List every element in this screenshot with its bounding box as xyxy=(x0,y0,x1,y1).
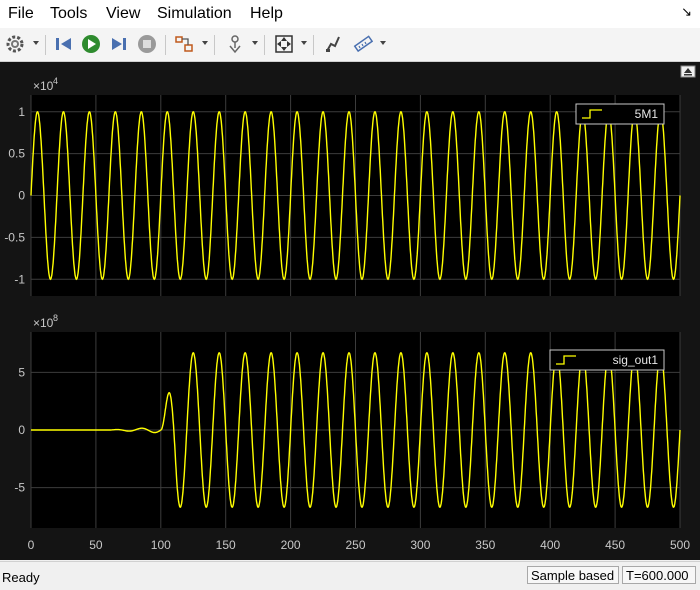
menu-bar: File Tools View Simulation Help ↘ xyxy=(0,0,700,28)
x-tick-label: 300 xyxy=(410,538,430,552)
x-tick-label: 100 xyxy=(151,538,171,552)
x-tick-label: 500 xyxy=(670,538,690,552)
x-tick-label: 450 xyxy=(605,538,625,552)
menu-view[interactable]: View xyxy=(106,5,140,23)
measurements-icon[interactable] xyxy=(352,33,374,55)
y-tick-label: -0.5 xyxy=(4,230,25,244)
y-exponent-power: 8 xyxy=(53,313,58,323)
step-forward-icon[interactable] xyxy=(108,33,130,55)
y-tick-label: 0 xyxy=(18,423,25,437)
settings-dropdown-icon[interactable] xyxy=(33,41,39,45)
settings-gear-icon[interactable] xyxy=(4,33,26,55)
x-tick-label: 350 xyxy=(475,538,495,552)
toolbar-separator xyxy=(313,35,314,55)
scope-plots: -1-0.500.51×10 45M1-505×10 8sig_out10 50 100… xyxy=(4,65,696,552)
scope-display: -1 -0.5 0 0.5 1 ×10 4 5M1 -5 0 5 ×10 8 sig_out1 0 50 100… xyxy=(0,62,700,560)
y-exponent-label: ×10 xyxy=(33,316,54,330)
menu-tools[interactable]: Tools xyxy=(50,5,87,23)
y-exponent-power: 4 xyxy=(53,76,58,86)
run-icon[interactable] xyxy=(80,33,102,55)
measurements-dropdown-icon[interactable] xyxy=(380,41,386,45)
triggers-dropdown-icon[interactable] xyxy=(252,41,258,45)
toolbar-separator xyxy=(45,35,46,55)
legend-1: 5M1 xyxy=(575,103,665,125)
undock-arrow-icon[interactable]: ↘ xyxy=(681,4,692,20)
toolbar-separator xyxy=(214,35,215,55)
status-ready: Ready xyxy=(2,570,40,585)
y-tick-label: 0 xyxy=(18,189,25,203)
step-back-icon[interactable] xyxy=(53,33,75,55)
legend-label: 5M1 xyxy=(635,107,659,121)
x-tick-label: 0 xyxy=(28,538,35,552)
menu-file[interactable]: File xyxy=(8,5,34,23)
y-tick-label: 0.5 xyxy=(8,147,25,161)
status-bar: Ready Sample based T=600.000 xyxy=(0,561,700,590)
y-tick-label: -1 xyxy=(14,272,25,286)
toolbar-separator xyxy=(165,35,166,55)
signal-tracing-icon[interactable] xyxy=(173,33,195,55)
y-tick-label: 5 xyxy=(18,365,25,379)
triggers-icon[interactable] xyxy=(224,33,246,55)
toolbar xyxy=(0,28,700,62)
stop-icon[interactable] xyxy=(136,33,158,55)
y-tick-label: -5 xyxy=(14,481,25,495)
x-tick-label: 200 xyxy=(281,538,301,552)
y-tick-label: 1 xyxy=(18,105,25,119)
zoom-fit-icon[interactable] xyxy=(273,33,295,55)
x-tick-label: 250 xyxy=(345,538,365,552)
x-tick-label: 400 xyxy=(540,538,560,552)
status-sample-based: Sample based xyxy=(527,566,619,584)
style-icon[interactable] xyxy=(322,33,344,55)
x-tick-label: 150 xyxy=(216,538,236,552)
signal-tracing-dropdown-icon[interactable] xyxy=(202,41,208,45)
legend-2: sig_out1 xyxy=(549,349,665,371)
y-exponent-label: ×10 xyxy=(33,79,54,93)
legend-label: sig_out1 xyxy=(613,353,659,367)
toolbar-separator xyxy=(264,35,265,55)
menu-help[interactable]: Help xyxy=(250,5,283,23)
x-tick-label: 50 xyxy=(89,538,103,552)
restore-layout-icon[interactable] xyxy=(680,65,696,78)
zoom-dropdown-icon[interactable] xyxy=(301,41,307,45)
status-time: T=600.000 xyxy=(622,566,696,584)
menu-simulation[interactable]: Simulation xyxy=(157,5,232,23)
